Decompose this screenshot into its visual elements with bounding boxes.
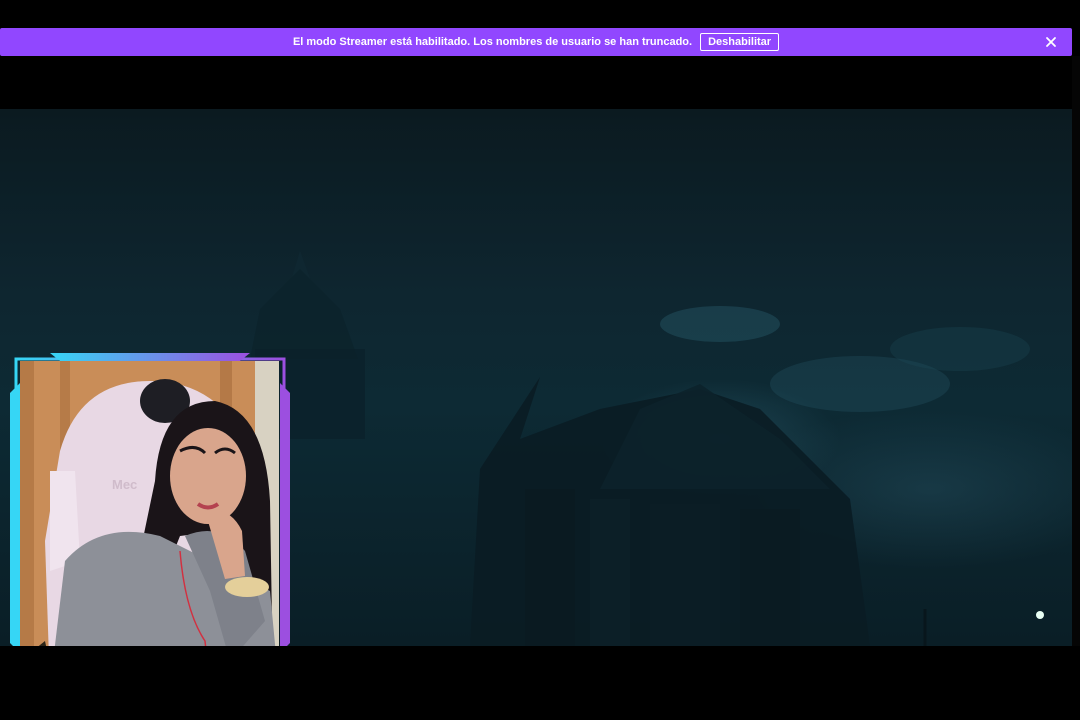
page-scrollbar[interactable] [1072, 56, 1080, 646]
streamer-webcam-image: Mec [20, 361, 279, 687]
streamer-mode-message: El modo Streamer está habilitado. Los no… [292, 36, 693, 48]
disable-streamer-mode-button[interactable]: Deshabilitar [700, 33, 780, 51]
player-bottom-area [0, 646, 1080, 720]
webcam-overlay: Mec [20, 361, 279, 687]
streamer-mode-banner: El modo Streamer está habilitado. Los no… [0, 28, 1072, 56]
close-icon[interactable] [1044, 35, 1058, 49]
svg-text:Mec: Mec [112, 477, 137, 492]
